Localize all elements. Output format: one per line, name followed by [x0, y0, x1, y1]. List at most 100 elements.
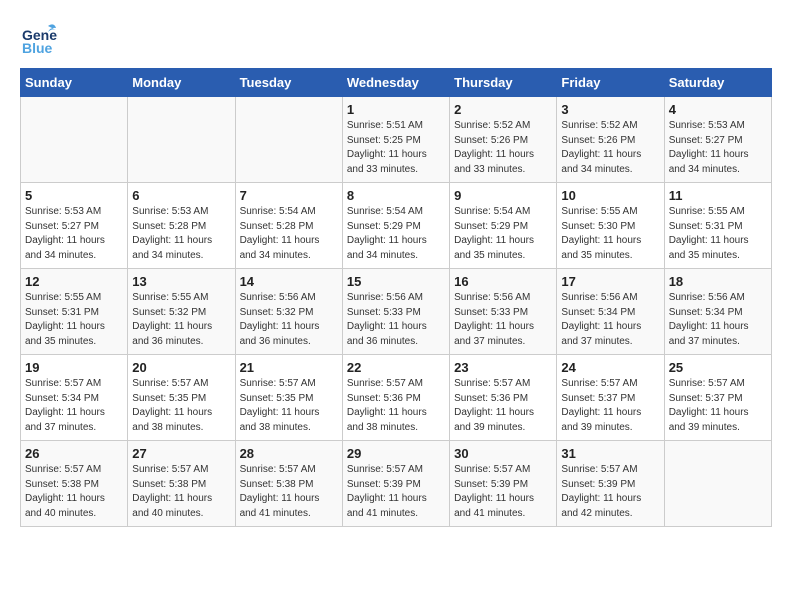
calendar-cell: 29 Sunrise: 5:57 AM Sunset: 5:39 PM Dayli…: [342, 441, 449, 527]
day-info: Sunrise: 5:57 AM Sunset: 5:37 PM Dayligh…: [669, 377, 767, 435]
day-info: Sunrise: 5:56 AM Sunset: 5:33 PM Dayligh…: [347, 291, 445, 349]
calendar-cell: 17Sunrise: 5:56 AM Sunset: 5:34 PM Dayli…: [557, 269, 664, 355]
day-info: Sunrise: 5:57 AM Sunset: 5:39 PM Dayligh…: [454, 463, 552, 521]
week-row-4: 19 Sunrise: 5:57 AM Sunset: 5:34 PM Dayli…: [21, 355, 772, 441]
day-info: Sunrise: 5:57 AM Sunset: 5:39 PM Dayligh…: [347, 463, 445, 521]
day-info: Sunrise: 5:57 AM Sunset: 5:37 PM Dayligh…: [561, 377, 659, 435]
day-number: 19: [25, 360, 123, 375]
day-info: Sunrise: 5:57 AM Sunset: 5:35 PM Dayligh…: [240, 377, 338, 435]
day-number: 26: [25, 446, 123, 461]
day-info: Sunrise: 5:57 AM Sunset: 5:34 PM Dayligh…: [25, 377, 123, 435]
day-info: Sunrise: 5:55 AM Sunset: 5:31 PM Dayligh…: [25, 291, 123, 349]
calendar-cell: 13Sunrise: 5:55 AM Sunset: 5:32 PM Dayli…: [128, 269, 235, 355]
calendar-header-row: SundayMondayTuesdayWednesdayThursdayFrid…: [21, 69, 772, 97]
day-info: Sunrise: 5:51 AM Sunset: 5:25 PM Dayligh…: [347, 119, 445, 177]
calendar-cell: 7 Sunrise: 5:54 AM Sunset: 5:28 PM Daylig…: [235, 183, 342, 269]
day-info: Sunrise: 5:53 AM Sunset: 5:27 PM Dayligh…: [669, 119, 767, 177]
day-info: Sunrise: 5:57 AM Sunset: 5:36 PM Dayligh…: [454, 377, 552, 435]
day-info: Sunrise: 5:52 AM Sunset: 5:26 PM Dayligh…: [561, 119, 659, 177]
day-number: 8: [347, 188, 445, 203]
calendar-cell: 30 Sunrise: 5:57 AM Sunset: 5:39 PM Dayli…: [450, 441, 557, 527]
day-header-friday: Friday: [557, 69, 664, 97]
logo-icon: General Blue: [20, 20, 58, 58]
day-info: Sunrise: 5:57 AM Sunset: 5:35 PM Dayligh…: [132, 377, 230, 435]
day-number: 7: [240, 188, 338, 203]
day-number: 24: [561, 360, 659, 375]
calendar-cell: 20 Sunrise: 5:57 AM Sunset: 5:35 PM Dayli…: [128, 355, 235, 441]
day-number: 9: [454, 188, 552, 203]
day-info: Sunrise: 5:54 AM Sunset: 5:29 PM Dayligh…: [347, 205, 445, 263]
calendar-cell: 2 Sunrise: 5:52 AM Sunset: 5:26 PM Daylig…: [450, 97, 557, 183]
day-number: 21: [240, 360, 338, 375]
calendar-body: 1 Sunrise: 5:51 AM Sunset: 5:25 PM Daylig…: [21, 97, 772, 527]
calendar-cell: 1 Sunrise: 5:51 AM Sunset: 5:25 PM Daylig…: [342, 97, 449, 183]
calendar-cell: [128, 97, 235, 183]
day-number: 14: [240, 274, 338, 289]
day-number: 16: [454, 274, 552, 289]
calendar-cell: 5Sunrise: 5:53 AM Sunset: 5:27 PM Daylig…: [21, 183, 128, 269]
day-info: Sunrise: 5:55 AM Sunset: 5:30 PM Dayligh…: [561, 205, 659, 263]
day-header-wednesday: Wednesday: [342, 69, 449, 97]
calendar-cell: 4Sunrise: 5:53 AM Sunset: 5:27 PM Daylig…: [664, 97, 771, 183]
calendar-cell: 8 Sunrise: 5:54 AM Sunset: 5:29 PM Daylig…: [342, 183, 449, 269]
calendar-cell: [21, 97, 128, 183]
day-header-tuesday: Tuesday: [235, 69, 342, 97]
calendar-cell: 19 Sunrise: 5:57 AM Sunset: 5:34 PM Dayli…: [21, 355, 128, 441]
day-info: Sunrise: 5:57 AM Sunset: 5:39 PM Dayligh…: [561, 463, 659, 521]
calendar-cell: 25 Sunrise: 5:57 AM Sunset: 5:37 PM Dayli…: [664, 355, 771, 441]
page-header: General Blue: [20, 20, 772, 58]
day-info: Sunrise: 5:54 AM Sunset: 5:28 PM Dayligh…: [240, 205, 338, 263]
day-info: Sunrise: 5:53 AM Sunset: 5:28 PM Dayligh…: [132, 205, 230, 263]
week-row-3: 12Sunrise: 5:55 AM Sunset: 5:31 PM Dayli…: [21, 269, 772, 355]
day-number: 2: [454, 102, 552, 117]
day-info: Sunrise: 5:52 AM Sunset: 5:26 PM Dayligh…: [454, 119, 552, 177]
day-info: Sunrise: 5:57 AM Sunset: 5:38 PM Dayligh…: [240, 463, 338, 521]
day-info: Sunrise: 5:55 AM Sunset: 5:31 PM Dayligh…: [669, 205, 767, 263]
day-number: 29: [347, 446, 445, 461]
calendar-cell: 22Sunrise: 5:57 AM Sunset: 5:36 PM Dayli…: [342, 355, 449, 441]
calendar-cell: 23 Sunrise: 5:57 AM Sunset: 5:36 PM Dayli…: [450, 355, 557, 441]
calendar-cell: 6Sunrise: 5:53 AM Sunset: 5:28 PM Daylig…: [128, 183, 235, 269]
day-info: Sunrise: 5:55 AM Sunset: 5:32 PM Dayligh…: [132, 291, 230, 349]
day-number: 27: [132, 446, 230, 461]
calendar-cell: 21 Sunrise: 5:57 AM Sunset: 5:35 PM Dayli…: [235, 355, 342, 441]
day-number: 31: [561, 446, 659, 461]
calendar-cell: [664, 441, 771, 527]
day-info: Sunrise: 5:56 AM Sunset: 5:33 PM Dayligh…: [454, 291, 552, 349]
day-header-monday: Monday: [128, 69, 235, 97]
logo: General Blue: [20, 20, 58, 58]
week-row-1: 1 Sunrise: 5:51 AM Sunset: 5:25 PM Daylig…: [21, 97, 772, 183]
day-number: 22: [347, 360, 445, 375]
calendar-cell: 26 Sunrise: 5:57 AM Sunset: 5:38 PM Dayli…: [21, 441, 128, 527]
calendar-cell: 27 Sunrise: 5:57 AM Sunset: 5:38 PM Dayli…: [128, 441, 235, 527]
day-number: 20: [132, 360, 230, 375]
day-number: 23: [454, 360, 552, 375]
day-number: 28: [240, 446, 338, 461]
day-info: Sunrise: 5:57 AM Sunset: 5:38 PM Dayligh…: [25, 463, 123, 521]
calendar-cell: 9 Sunrise: 5:54 AM Sunset: 5:29 PM Daylig…: [450, 183, 557, 269]
day-info: Sunrise: 5:54 AM Sunset: 5:29 PM Dayligh…: [454, 205, 552, 263]
day-info: Sunrise: 5:57 AM Sunset: 5:38 PM Dayligh…: [132, 463, 230, 521]
calendar-cell: 11Sunrise: 5:55 AM Sunset: 5:31 PM Dayli…: [664, 183, 771, 269]
week-row-2: 5Sunrise: 5:53 AM Sunset: 5:27 PM Daylig…: [21, 183, 772, 269]
calendar-cell: 31 Sunrise: 5:57 AM Sunset: 5:39 PM Dayli…: [557, 441, 664, 527]
day-number: 25: [669, 360, 767, 375]
day-number: 3: [561, 102, 659, 117]
day-info: Sunrise: 5:53 AM Sunset: 5:27 PM Dayligh…: [25, 205, 123, 263]
calendar-cell: 14 Sunrise: 5:56 AM Sunset: 5:32 PM Dayli…: [235, 269, 342, 355]
calendar-cell: 24 Sunrise: 5:57 AM Sunset: 5:37 PM Dayli…: [557, 355, 664, 441]
calendar-cell: 16 Sunrise: 5:56 AM Sunset: 5:33 PM Dayli…: [450, 269, 557, 355]
day-number: 17: [561, 274, 659, 289]
day-header-thursday: Thursday: [450, 69, 557, 97]
day-number: 30: [454, 446, 552, 461]
day-header-saturday: Saturday: [664, 69, 771, 97]
calendar-cell: [235, 97, 342, 183]
day-info: Sunrise: 5:56 AM Sunset: 5:34 PM Dayligh…: [669, 291, 767, 349]
calendar-cell: 18Sunrise: 5:56 AM Sunset: 5:34 PM Dayli…: [664, 269, 771, 355]
calendar-cell: 10Sunrise: 5:55 AM Sunset: 5:30 PM Dayli…: [557, 183, 664, 269]
day-info: Sunrise: 5:56 AM Sunset: 5:32 PM Dayligh…: [240, 291, 338, 349]
day-number: 1: [347, 102, 445, 117]
calendar-table: SundayMondayTuesdayWednesdayThursdayFrid…: [20, 68, 772, 527]
calendar-cell: 3 Sunrise: 5:52 AM Sunset: 5:26 PM Daylig…: [557, 97, 664, 183]
week-row-5: 26 Sunrise: 5:57 AM Sunset: 5:38 PM Dayli…: [21, 441, 772, 527]
